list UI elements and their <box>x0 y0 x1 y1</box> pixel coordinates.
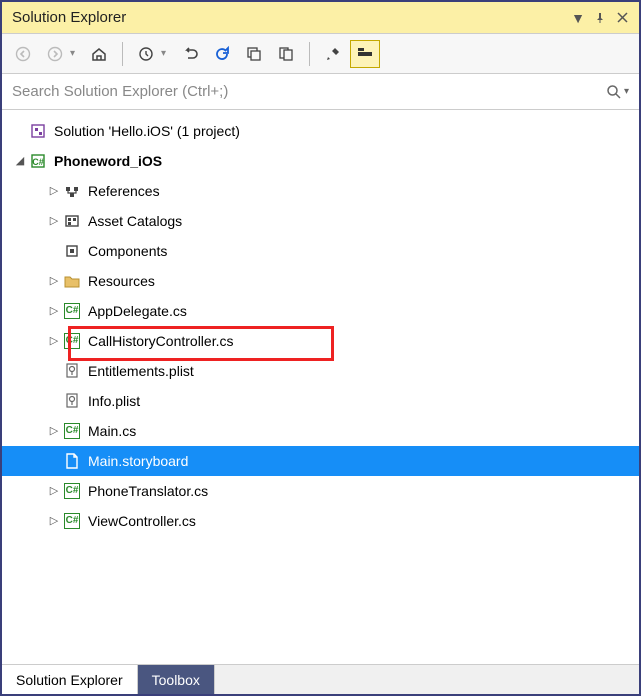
expander-icon[interactable]: ▷ <box>46 206 62 236</box>
tab-solution-explorer[interactable]: Solution Explorer <box>2 665 138 694</box>
expander-icon[interactable]: ◢ <box>12 146 28 176</box>
cs-icon: C# <box>62 423 82 439</box>
tree-view[interactable]: Solution 'Hello.iOS' (1 project) ◢ C# Ph… <box>2 110 639 664</box>
folder-icon <box>62 274 82 288</box>
tree-label: References <box>88 176 160 206</box>
expander-icon[interactable]: ▷ <box>46 416 62 446</box>
tree-item[interactable]: ▷C# AppDelegate.cs <box>2 296 639 326</box>
expander-icon[interactable]: ▷ <box>46 506 62 536</box>
window-dropdown-icon[interactable]: ▼ <box>567 7 589 29</box>
tree-item[interactable]: ▷ Asset Catalogs <box>2 206 639 236</box>
tree-label: Entitlements.plist <box>88 356 194 386</box>
home-button[interactable] <box>84 40 114 68</box>
svg-text:C#: C# <box>32 157 44 167</box>
search-input[interactable] <box>12 83 606 100</box>
tree-item[interactable]: Info.plist <box>2 386 639 416</box>
tree-item[interactable]: ▷C# Main.cs <box>2 416 639 446</box>
expander-icon[interactable]: ▷ <box>46 296 62 326</box>
search-icon[interactable]: ▾ <box>606 84 629 100</box>
toolbar: ▾ ▾ <box>2 34 639 74</box>
tree-item[interactable]: ▷ References <box>2 176 639 206</box>
tree-label: Solution 'Hello.iOS' (1 project) <box>54 116 240 146</box>
cs-icon: C# <box>62 483 82 499</box>
forward-button[interactable] <box>40 40 70 68</box>
tree-item[interactable]: ▷C# CallHistoryController.cs <box>2 326 639 356</box>
preview-button[interactable] <box>350 40 380 68</box>
cs-icon: C# <box>62 513 82 529</box>
tree-item[interactable]: Entitlements.plist <box>2 356 639 386</box>
tree-label: Resources <box>88 266 155 296</box>
tree-label: ViewController.cs <box>88 506 196 536</box>
solution-node[interactable]: Solution 'Hello.iOS' (1 project) <box>2 116 639 146</box>
tree-item[interactable]: Main.storyboard <box>2 446 639 476</box>
titlebar: Solution Explorer ▼ <box>2 2 639 34</box>
pin-icon[interactable] <box>589 7 611 29</box>
plist-icon <box>62 363 82 379</box>
tree-item[interactable]: ▷ Resources <box>2 266 639 296</box>
back-button[interactable] <box>8 40 38 68</box>
tree-label: Phoneword_iOS <box>54 146 162 176</box>
expander-icon[interactable]: ▷ <box>46 176 62 206</box>
refresh-button[interactable] <box>207 40 237 68</box>
tree-label: Info.plist <box>88 386 140 416</box>
tree-item[interactable]: ▷C# PhoneTranslator.cs <box>2 476 639 506</box>
show-all-files-button[interactable] <box>271 40 301 68</box>
tree-label: Main.cs <box>88 416 136 446</box>
tab-toolbox[interactable]: Toolbox <box>138 665 215 694</box>
expander-icon[interactable]: ▷ <box>46 326 62 356</box>
tree-label: AppDelegate.cs <box>88 296 187 326</box>
collapse-all-button[interactable] <box>239 40 269 68</box>
expander-icon[interactable]: ▷ <box>46 266 62 296</box>
tree-label: Main.storyboard <box>88 446 188 476</box>
properties-button[interactable] <box>318 40 348 68</box>
tree-label: PhoneTranslator.cs <box>88 476 208 506</box>
plist-icon <box>62 393 82 409</box>
history-button[interactable] <box>131 40 161 68</box>
tree-item[interactable]: ▷C# ViewController.cs <box>2 506 639 536</box>
solution-icon <box>28 123 48 139</box>
bottom-tabs: Solution Explorer Toolbox <box>2 664 639 694</box>
tree-label: Components <box>88 236 167 266</box>
cs-icon: C# <box>62 303 82 319</box>
tree-label: CallHistoryController.cs <box>88 326 233 356</box>
tree-item[interactable]: Components <box>2 236 639 266</box>
ac-icon <box>62 213 82 229</box>
project-icon: C# <box>28 153 48 169</box>
panel-title: Solution Explorer <box>12 9 567 26</box>
comp-icon <box>62 243 82 259</box>
cs-icon: C# <box>62 333 82 349</box>
file-icon <box>62 453 82 469</box>
close-icon[interactable] <box>611 7 633 29</box>
expander-icon[interactable]: ▷ <box>46 476 62 506</box>
nav-dropdown-icon[interactable]: ▾ <box>70 48 78 59</box>
tree-label: Asset Catalogs <box>88 206 182 236</box>
project-node[interactable]: ◢ C# Phoneword_iOS <box>2 146 639 176</box>
refs-icon <box>62 183 82 199</box>
search-bar: ▾ <box>2 74 639 110</box>
undo-button[interactable] <box>175 40 205 68</box>
history-dropdown-icon[interactable]: ▾ <box>161 48 169 59</box>
